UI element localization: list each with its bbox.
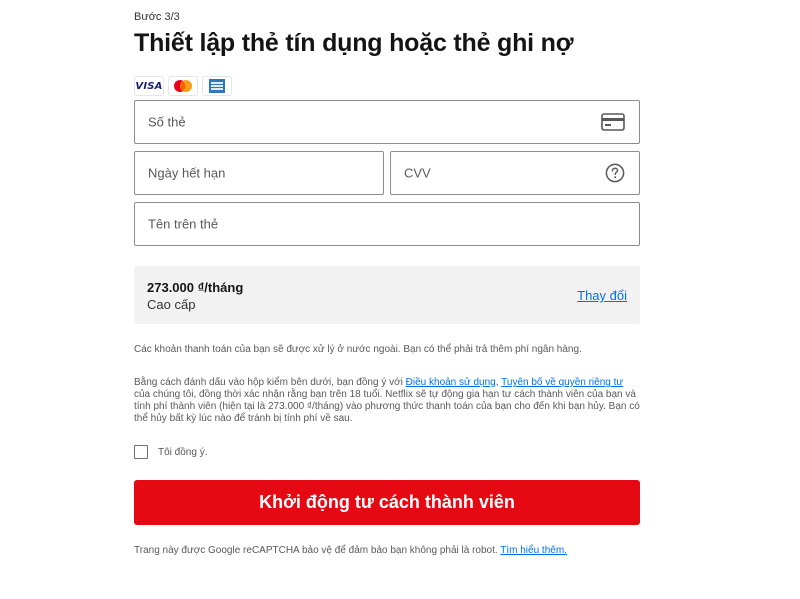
- card-logos: VISA: [134, 76, 640, 98]
- name-on-card-field[interactable]: Tên trên thẻ: [134, 202, 640, 246]
- cvv-field[interactable]: CVV: [390, 151, 640, 195]
- expiry-date-label: Ngày hết hạn: [148, 165, 226, 181]
- payment-note: Các khoản thanh toán của bạn sẽ được xử …: [134, 344, 582, 355]
- privacy-statement-link[interactable]: Tuyên bố về quyền riêng tư: [501, 377, 623, 388]
- start-membership-button[interactable]: Khởi động tư cách thành viên: [134, 480, 640, 525]
- credit-card-icon: [601, 113, 625, 131]
- plan-summary: 273.000 ₫/tháng Cao cấp Thay đổi: [134, 266, 640, 324]
- agree-checkbox[interactable]: [134, 445, 148, 459]
- cvv-label: CVV: [404, 165, 431, 181]
- page-title: Thiết lập thẻ tín dụng hoặc thẻ ghi nợ: [134, 29, 574, 57]
- terms-text: Bằng cách đánh dấu vào hộp kiểm bên dưới…: [134, 377, 640, 424]
- name-on-card-label: Tên trên thẻ: [148, 216, 219, 232]
- agree-row[interactable]: Tôi đồng ý.: [134, 445, 207, 459]
- agree-label[interactable]: Tôi đồng ý.: [158, 447, 207, 458]
- plan-name: Cao cấp: [147, 297, 196, 312]
- recaptcha-note: Trang này được Google reCAPTCHA bảo vệ đ…: [134, 545, 567, 556]
- step-indicator: Bước 3/3: [134, 11, 180, 23]
- plan-price: 273.000 ₫/tháng: [147, 280, 244, 295]
- payment-setup-page: Bước 3/3 Thiết lập thẻ tín dụng hoặc thẻ…: [0, 0, 800, 599]
- card-number-label: Số thẻ: [148, 114, 186, 130]
- header-section: Bước 3/3 Thiết lập thẻ tín dụng hoặc thẻ…: [134, 10, 640, 98]
- visa-logo: VISA: [134, 76, 164, 96]
- change-plan-link[interactable]: Thay đổi: [577, 288, 627, 303]
- amex-logo: [202, 76, 232, 96]
- expiry-date-field[interactable]: Ngày hết hạn: [134, 151, 384, 195]
- learn-more-link[interactable]: Tìm hiểu thêm.: [500, 545, 567, 556]
- question-circle-icon[interactable]: [605, 163, 625, 183]
- terms-of-use-link[interactable]: Điều khoản sử dụng: [406, 377, 496, 388]
- card-number-field[interactable]: Số thẻ: [134, 100, 640, 144]
- mastercard-logo: [168, 76, 198, 96]
